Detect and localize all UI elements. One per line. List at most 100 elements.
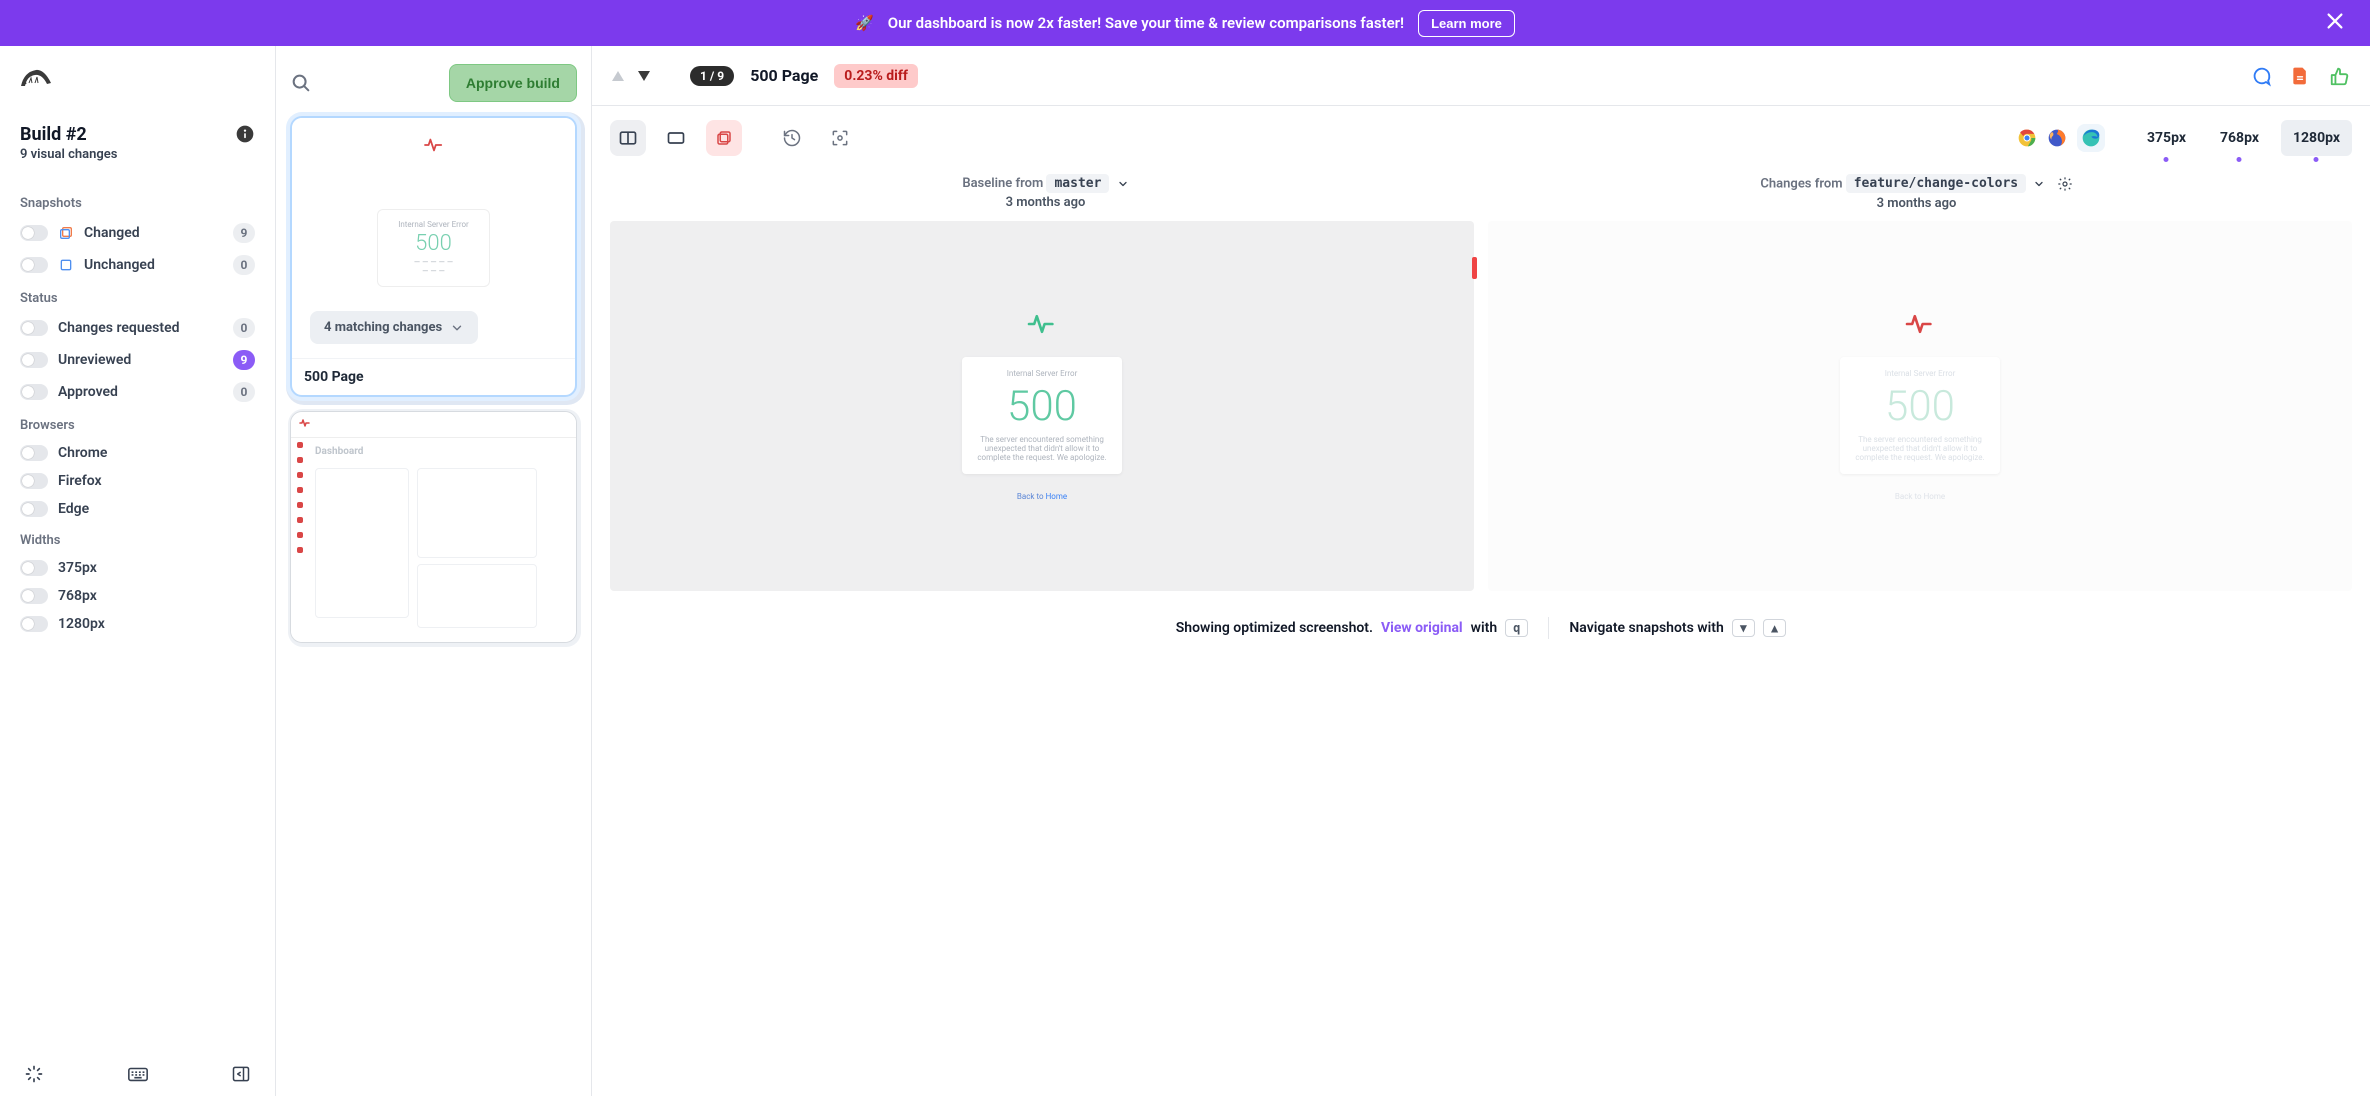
single-view-icon[interactable] bbox=[658, 120, 694, 156]
sidebar: Build #2 9 visual changes Snapshots Chan… bbox=[0, 46, 276, 1096]
side-by-side-icon[interactable] bbox=[610, 120, 646, 156]
close-icon[interactable] bbox=[2324, 10, 2346, 32]
baseline-pane[interactable]: Internal Server Error 500 The server enc… bbox=[610, 221, 1474, 591]
chevron-down-icon[interactable] bbox=[2033, 178, 2045, 190]
toggle[interactable] bbox=[20, 588, 48, 604]
learn-more-button[interactable]: Learn more bbox=[1418, 10, 1515, 37]
filter-label: Changes requested bbox=[58, 320, 180, 336]
filter-label: Unreviewed bbox=[58, 352, 131, 368]
error-code: 500 bbox=[1848, 382, 1992, 431]
section-label-snapshots: Snapshots bbox=[20, 196, 255, 211]
changed-icon bbox=[58, 225, 74, 241]
info-icon[interactable] bbox=[235, 124, 255, 144]
app-logo[interactable] bbox=[20, 66, 255, 92]
toggle[interactable] bbox=[20, 257, 48, 273]
history-icon[interactable] bbox=[774, 120, 810, 156]
chrome-icon[interactable] bbox=[2017, 128, 2037, 148]
diff-percentage: 0.23% diff bbox=[834, 64, 918, 88]
filter-firefox[interactable]: Firefox bbox=[20, 467, 255, 495]
width-1280[interactable]: 1280px bbox=[2281, 120, 2352, 156]
filter-label: Chrome bbox=[58, 445, 107, 461]
error-desc: The server encountered something unexpec… bbox=[1848, 435, 1992, 462]
unchanged-icon bbox=[58, 257, 74, 273]
toggle[interactable] bbox=[20, 320, 48, 336]
filter-375[interactable]: 375px bbox=[20, 554, 255, 582]
filter-unchanged[interactable]: Unchanged 0 bbox=[20, 249, 255, 281]
toggle[interactable] bbox=[20, 225, 48, 241]
snapshot-card-dashboard[interactable]: Dashboard bbox=[290, 411, 577, 643]
filter-changed[interactable]: Changed 9 bbox=[20, 217, 255, 249]
request-changes-icon[interactable] bbox=[2290, 65, 2310, 87]
width-768[interactable]: 768px bbox=[2208, 120, 2271, 156]
toggle[interactable] bbox=[20, 560, 48, 576]
view-original-link[interactable]: View original bbox=[1381, 620, 1463, 636]
changes-pane[interactable]: Internal Server Error 500 The server enc… bbox=[1488, 221, 2352, 591]
baseline-branch[interactable]: master bbox=[1046, 174, 1109, 193]
filter-1280[interactable]: 1280px bbox=[20, 610, 255, 638]
count-badge: 9 bbox=[233, 223, 255, 243]
approve-build-button[interactable]: Approve build bbox=[449, 64, 577, 102]
snapshot-title: 500 Page bbox=[750, 66, 818, 85]
section-label-widths: Widths bbox=[20, 533, 255, 548]
hotkey-down: ▼ bbox=[1732, 619, 1755, 637]
matching-changes-chip[interactable]: 4 matching changes bbox=[310, 311, 478, 344]
filter-approved[interactable]: Approved 0 bbox=[20, 376, 255, 408]
keyboard-icon[interactable] bbox=[127, 1064, 149, 1084]
snapshot-card-500[interactable]: Internal Server Error 500 — — — — —— — —… bbox=[290, 116, 577, 397]
filter-changes-requested[interactable]: Changes requested 0 bbox=[20, 312, 255, 344]
loading-icon[interactable] bbox=[24, 1064, 44, 1084]
heartbeat-icon bbox=[1025, 311, 1059, 337]
snapshot-title: 500 Page bbox=[292, 358, 575, 395]
snapshot-list: Approve build Internal Server Error 500 … bbox=[276, 46, 592, 1096]
snapshot-counter: 1 / 9 bbox=[690, 66, 734, 86]
toggle[interactable] bbox=[20, 616, 48, 632]
focus-icon[interactable] bbox=[822, 120, 858, 156]
filter-chrome[interactable]: Chrome bbox=[20, 439, 255, 467]
error-code: 500 bbox=[970, 382, 1114, 431]
edge-icon[interactable] bbox=[2077, 124, 2105, 152]
prev-snapshot-icon[interactable] bbox=[610, 69, 626, 83]
width-375[interactable]: 375px bbox=[2135, 120, 2198, 156]
footer-msg: Showing optimized screenshot. bbox=[1176, 620, 1373, 636]
preview-code: 500 bbox=[384, 231, 483, 256]
footer-nav: Navigate snapshots with bbox=[1569, 620, 1723, 636]
approve-icon[interactable] bbox=[2328, 65, 2352, 87]
comment-icon[interactable] bbox=[2250, 65, 2272, 87]
changes-branch[interactable]: feature/change-colors bbox=[1846, 174, 2026, 193]
footer-with: with bbox=[1471, 620, 1498, 636]
filter-label: Edge bbox=[58, 501, 89, 517]
build-subtitle: 9 visual changes bbox=[20, 147, 117, 162]
changes-header: Changes from feature/change-colors 3 mon… bbox=[1481, 176, 2352, 211]
search-icon[interactable] bbox=[290, 72, 312, 94]
toggle[interactable] bbox=[20, 352, 48, 368]
heartbeat-icon bbox=[1903, 311, 1937, 337]
preview-heading: Internal Server Error bbox=[384, 220, 483, 229]
diff-marker bbox=[1472, 257, 1477, 279]
hotkey-up: ▲ bbox=[1763, 619, 1786, 637]
error-desc: The server encountered something unexpec… bbox=[970, 435, 1114, 462]
error-heading: Internal Server Error bbox=[970, 369, 1114, 378]
settings-icon[interactable] bbox=[2057, 176, 2073, 192]
count-badge: 0 bbox=[233, 318, 255, 338]
separator bbox=[1548, 617, 1549, 639]
filter-label: 768px bbox=[58, 588, 97, 604]
filter-unreviewed[interactable]: Unreviewed 9 bbox=[20, 344, 255, 376]
comparison-panel: 1 / 9 500 Page 0.23% diff 37 bbox=[592, 46, 2370, 1096]
filter-label: Changed bbox=[84, 225, 140, 241]
panel-toggle-icon[interactable] bbox=[231, 1064, 251, 1084]
next-snapshot-icon[interactable] bbox=[636, 69, 652, 83]
rocket-icon: 🚀 bbox=[855, 14, 874, 32]
toggle[interactable] bbox=[20, 501, 48, 517]
build-title: Build #2 bbox=[20, 124, 117, 145]
filter-edge[interactable]: Edge bbox=[20, 495, 255, 523]
toggle[interactable] bbox=[20, 445, 48, 461]
toggle[interactable] bbox=[20, 384, 48, 400]
error-heading: Internal Server Error bbox=[1848, 369, 1992, 378]
section-label-status: Status bbox=[20, 291, 255, 306]
toggle[interactable] bbox=[20, 473, 48, 489]
chevron-down-icon[interactable] bbox=[1117, 178, 1129, 190]
filter-label: 1280px bbox=[58, 616, 105, 632]
diff-overlay-icon[interactable] bbox=[706, 120, 742, 156]
filter-768[interactable]: 768px bbox=[20, 582, 255, 610]
firefox-icon[interactable] bbox=[2047, 128, 2067, 148]
